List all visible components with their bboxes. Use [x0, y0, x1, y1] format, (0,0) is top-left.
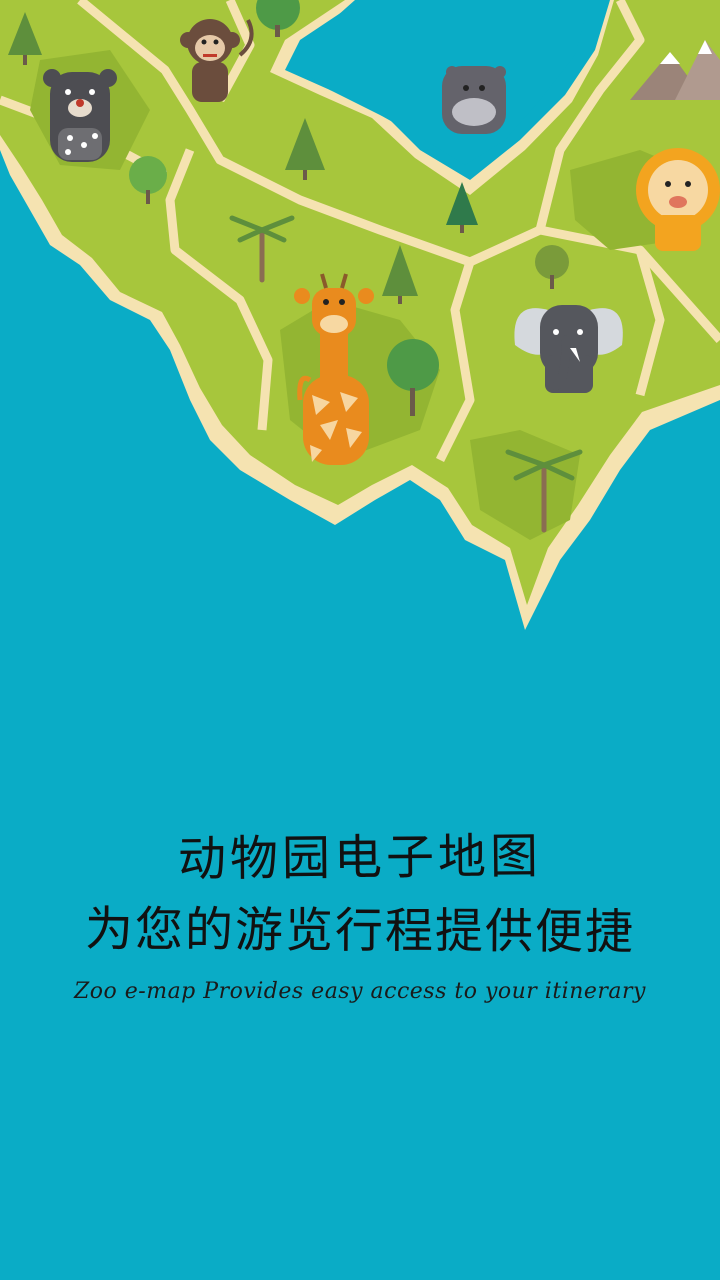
title-chinese-line-2: 为您的游览行程提供便捷: [84, 901, 636, 961]
zoo-map-illustration: [0, 0, 720, 630]
bear-icon: [43, 69, 117, 162]
splash-screen: 动物园电子地图 为您的游览行程提供便捷 Zoo e-map Provides e…: [0, 0, 720, 1280]
splash-caption: 动物园电子地图 为您的游览行程提供便捷 Zoo e-map Provides e…: [0, 825, 720, 1009]
hippo-icon: [442, 66, 506, 134]
title-chinese-line-1: 动物园电子地图: [177, 828, 543, 888]
subtitle-english: Zoo e-map Provides easy access to your i…: [73, 979, 646, 1004]
